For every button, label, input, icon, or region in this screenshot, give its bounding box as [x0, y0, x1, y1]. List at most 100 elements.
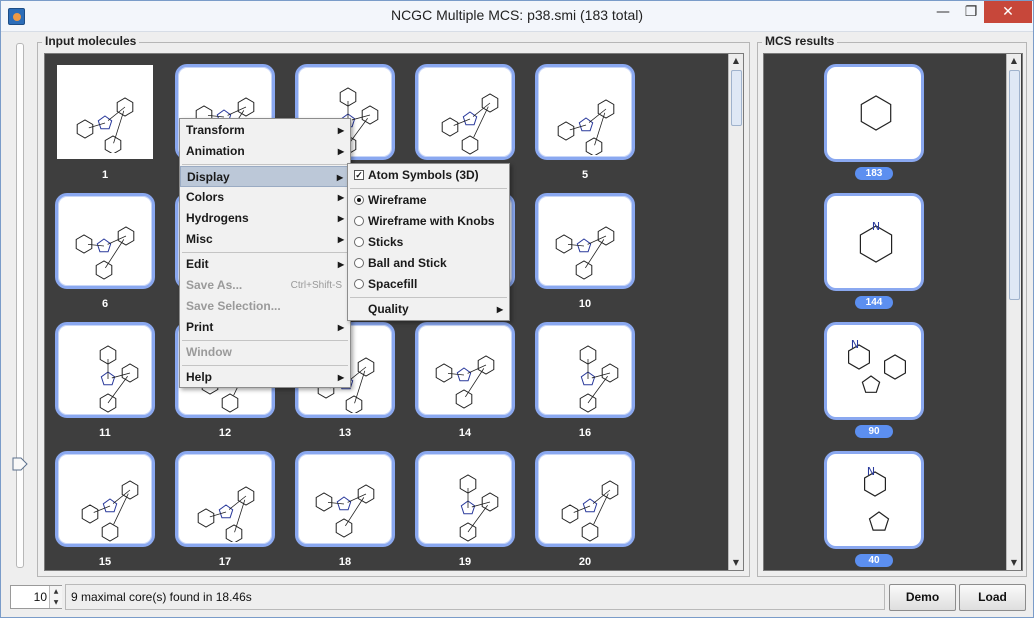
context-menu: Transform ▶ Animation ▶ Display ▶ Colors ▶ H… [179, 118, 351, 388]
molecule-cell[interactable]: 5 [525, 64, 645, 192]
close-button[interactable]: ✕ [984, 1, 1032, 23]
menu-display-label: Display [187, 170, 230, 184]
menu-save-selection[interactable]: Save Selection... [180, 296, 350, 317]
maximize-button[interactable]: ❐ [957, 1, 985, 23]
menu-display[interactable]: Display ▶ [180, 166, 350, 187]
molecule-structure[interactable] [55, 451, 155, 547]
molecule-cell[interactable]: 1 [45, 64, 165, 192]
scroll-thumb[interactable] [731, 70, 742, 126]
mcs-scroll-down-icon[interactable]: ▼ [1007, 556, 1021, 570]
radio-icon[interactable] [354, 279, 364, 289]
molecule-drawing [579, 345, 619, 413]
submenu-quality[interactable]: Quality ▶ [348, 299, 509, 320]
spinner-up-icon[interactable]: ▲ [49, 586, 62, 597]
menu-hydrogens-label: Hydrogens [186, 211, 249, 225]
mcs-structure[interactable]: N [824, 322, 924, 420]
molecule-cell[interactable]: 10 [525, 193, 645, 321]
mcs-scroll-thumb[interactable] [1009, 70, 1020, 300]
molecule-label: 5 [581, 169, 589, 181]
molecule-cell[interactable]: 19 [405, 451, 525, 570]
molecule-structure[interactable] [415, 451, 515, 547]
menu-help[interactable]: Help ▶ [180, 367, 350, 388]
mcs-structure[interactable] [824, 64, 924, 162]
checkbox-checked-icon[interactable]: ✓ [354, 170, 364, 180]
molecule-structure[interactable] [175, 451, 275, 547]
submenu-spacefill[interactable]: Spacefill [348, 274, 509, 295]
mcs-scroll-up-icon[interactable]: ▲ [1007, 54, 1021, 68]
menu-separator [182, 365, 348, 366]
molecule-cell[interactable]: 11 [45, 322, 165, 450]
demo-button[interactable]: Demo [889, 584, 956, 611]
mcs-count-badge: 40 [855, 554, 893, 567]
molecule-structure[interactable] [535, 322, 635, 418]
mcs-structure[interactable]: N [824, 193, 924, 291]
mcs-drawing: N [859, 220, 893, 263]
menu-window[interactable]: Window [180, 342, 350, 363]
menu-print[interactable]: Print ▶ [180, 317, 350, 338]
mcs-result-cell[interactable]: N 90 [764, 322, 924, 450]
menu-colors-label: Colors [186, 190, 225, 204]
molecule-structure[interactable] [295, 451, 395, 547]
mcs-drawing: N [848, 338, 906, 393]
submenu-arrow-icon: ▶ [496, 305, 503, 314]
status-text: 9 maximal core(s) found in 18.46s [65, 584, 885, 610]
radio-selected-icon[interactable] [354, 195, 364, 205]
mcs-count-badge: 144 [855, 296, 893, 309]
menu-misc[interactable]: Misc ▶ [180, 229, 350, 250]
scroll-up-icon[interactable]: ▲ [729, 54, 743, 68]
molecule-structure[interactable] [535, 64, 635, 160]
molecule-cell[interactable]: 20 [525, 451, 645, 570]
menu-separator [182, 340, 348, 341]
title-bar: NCGC Multiple MCS: p38.smi (183 total) —… [1, 1, 1033, 32]
display-submenu: ✓ Atom Symbols (3D) Wireframe Wireframe w… [347, 163, 510, 321]
menu-animation[interactable]: Animation ▶ [180, 141, 350, 162]
molecule-grid-scrollbar[interactable]: ▲ ▼ [728, 54, 743, 570]
molecule-structure[interactable] [55, 322, 155, 418]
radio-icon[interactable] [354, 237, 364, 247]
menu-transform[interactable]: Transform ▶ [180, 120, 350, 141]
zoom-slider-track[interactable] [16, 43, 24, 568]
zoom-slider-knob[interactable] [12, 457, 28, 471]
core-count-spinner[interactable]: 10 ▲ ▼ [10, 585, 62, 609]
radio-icon[interactable] [354, 258, 364, 268]
submenu-sticks[interactable]: Sticks [348, 232, 509, 253]
spinner-value[interactable]: 10 [15, 590, 47, 604]
molecule-cell[interactable]: 14 [405, 322, 525, 450]
submenu-wireframe-knobs[interactable]: Wireframe with Knobs [348, 211, 509, 232]
molecule-structure[interactable] [535, 193, 635, 289]
spinner-down-icon[interactable]: ▼ [49, 597, 62, 608]
menu-save-as[interactable]: Save As... Ctrl+Shift-S [180, 275, 350, 296]
submenu-atom-symbols[interactable]: ✓ Atom Symbols (3D) [348, 165, 509, 186]
molecule-structure[interactable] [535, 451, 635, 547]
mcs-result-cell[interactable]: N 144 [764, 193, 924, 321]
molecule-cell[interactable]: 17 [165, 451, 285, 570]
submenu-arrow-icon: ▶ [337, 126, 344, 135]
mcs-grid-scrollbar[interactable]: ▲ ▼ [1006, 54, 1021, 570]
molecule-cell[interactable]: 18 [285, 451, 405, 570]
minimize-button[interactable]: — [929, 1, 957, 23]
load-button[interactable]: Load [959, 584, 1026, 611]
molecule-structure[interactable] [415, 322, 515, 418]
molecule-cell[interactable]: 16 [525, 322, 645, 450]
submenu-wireframe[interactable]: Wireframe [348, 190, 509, 211]
molecule-structure[interactable] [57, 65, 153, 159]
radio-icon[interactable] [354, 216, 364, 226]
menu-hydrogens[interactable]: Hydrogens ▶ [180, 208, 350, 229]
molecule-drawing [561, 480, 619, 542]
menu-colors[interactable]: Colors ▶ [180, 187, 350, 208]
submenu-ball-stick[interactable]: Ball and Stick [348, 253, 509, 274]
atom-label: N [867, 465, 875, 478]
window-title: NCGC Multiple MCS: p38.smi (183 total) [390, 7, 644, 23]
mcs-structure[interactable]: N [824, 451, 924, 549]
molecule-structure[interactable] [55, 193, 155, 289]
scroll-down-icon[interactable]: ▼ [729, 556, 743, 570]
mcs-result-cell[interactable]: 183 [764, 64, 924, 192]
molecule-cell[interactable]: 6 [45, 193, 165, 321]
menu-edit[interactable]: Edit ▶ [180, 254, 350, 275]
atom-label: N [851, 338, 859, 351]
molecule-structure[interactable] [415, 64, 515, 160]
molecule-cell[interactable]: 15 [45, 451, 165, 570]
mcs-result-cell[interactable]: N 40 [764, 451, 924, 570]
menu-separator [350, 297, 507, 298]
molecule-label: 17 [218, 556, 232, 568]
